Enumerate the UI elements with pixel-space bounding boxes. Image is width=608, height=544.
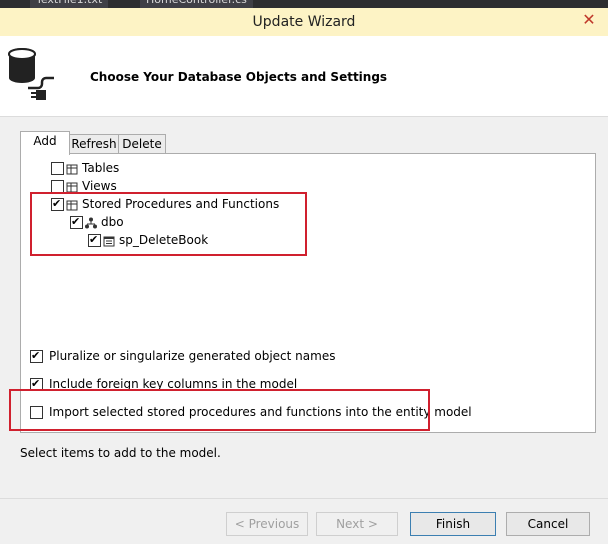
next-button[interactable]: Next > — [316, 512, 398, 536]
pluralize-checkbox[interactable] — [30, 347, 43, 365]
previous-button[interactable]: < Previous — [226, 512, 308, 536]
tab-refresh[interactable]: Refresh — [69, 134, 119, 153]
views-label: Views — [82, 179, 117, 193]
tab-delete[interactable]: Delete — [118, 134, 166, 153]
table-icon — [66, 164, 78, 174]
close-icon: ✕ — [582, 10, 596, 29]
footer-divider — [0, 498, 608, 499]
finish-button[interactable]: Finish — [410, 512, 496, 536]
tables-label: Tables — [82, 161, 120, 175]
cancel-button[interactable]: Cancel — [506, 512, 590, 536]
window-title: Update Wizard — [252, 14, 356, 30]
wizard-header: Choose Your Database Objects and Setting… — [0, 36, 608, 117]
tables-checkbox[interactable] — [51, 162, 64, 175]
header-title: Choose Your Database Objects and Setting… — [90, 70, 388, 84]
status-text: Select items to add to the model. — [20, 446, 221, 460]
tab-add[interactable]: Add — [20, 131, 70, 155]
option-pluralize[interactable]: Pluralize or singularize generated objec… — [30, 347, 335, 365]
tree-item-tables[interactable]: Tables — [51, 159, 119, 177]
highlight-box-import-option — [9, 389, 430, 431]
highlight-box-stored-procedures — [30, 192, 307, 256]
editor-tab-homecontroller[interactable]: HomeController.cs — [140, 0, 253, 8]
background-editor-tabs: TextFile1.txt HomeController.cs — [0, 0, 608, 8]
database-plug-icon — [8, 48, 54, 100]
editor-tab-textfile[interactable]: TextFile1.txt — [30, 0, 109, 8]
title-bar: Update Wizard ✕ — [0, 8, 608, 36]
view-icon — [66, 182, 78, 192]
pluralize-label: Pluralize or singularize generated objec… — [49, 349, 336, 363]
close-button[interactable]: ✕ — [578, 10, 600, 30]
